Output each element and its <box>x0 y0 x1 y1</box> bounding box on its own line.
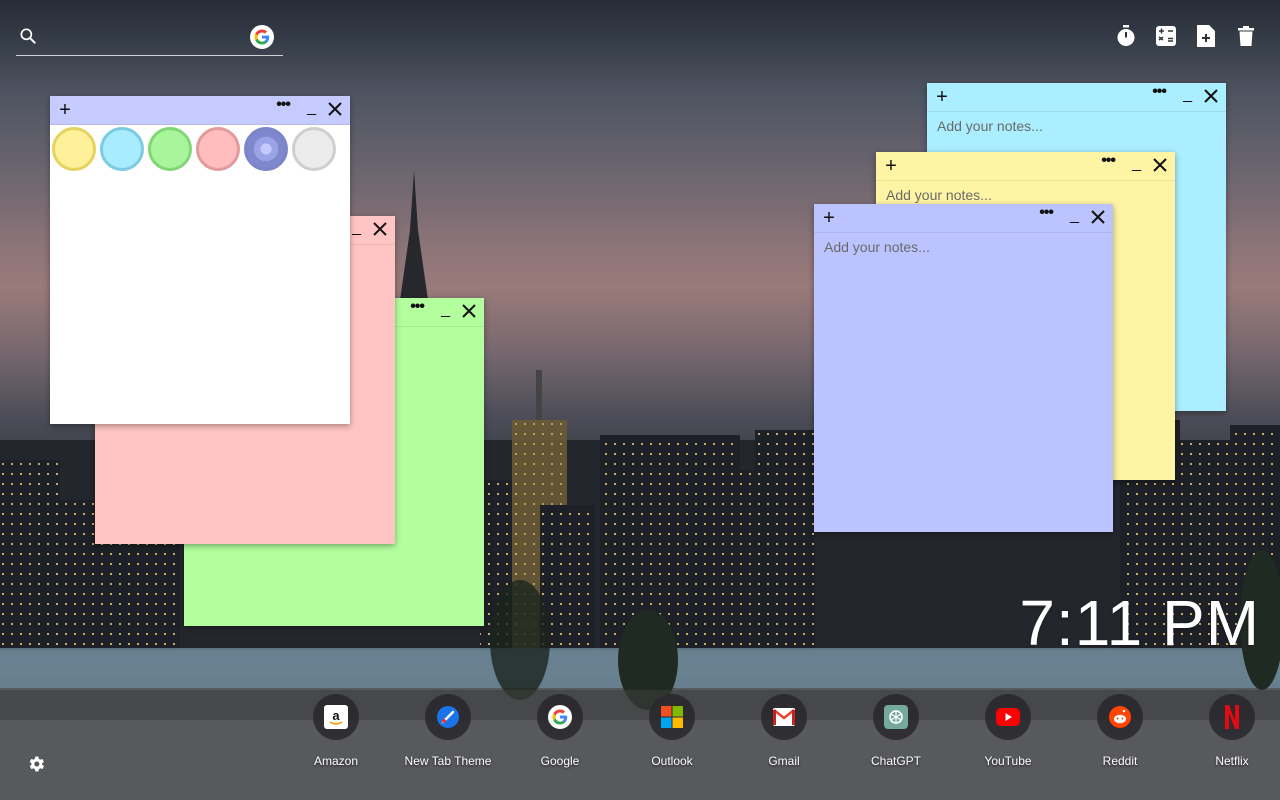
note-textarea[interactable] <box>814 233 1113 532</box>
shortcut-label: ChatGPT <box>870 754 921 768</box>
reddit-icon <box>1108 705 1132 729</box>
minimize-icon[interactable]: _ <box>352 219 361 237</box>
trash-icon[interactable] <box>1236 24 1256 48</box>
search-icon[interactable] <box>18 26 38 46</box>
shortcut-icon-circle <box>537 694 583 740</box>
shortcut-label: Google <box>540 754 580 768</box>
sticky-note-blue: + ••• _ <box>814 204 1113 532</box>
add-note-icon[interactable]: + <box>820 207 838 230</box>
close-icon[interactable] <box>371 220 389 238</box>
new-note-icon[interactable] <box>1196 24 1216 48</box>
note-header[interactable]: + ••• _ <box>927 83 1226 112</box>
chatgpt-icon <box>884 705 908 729</box>
color-swatch-yellow[interactable] <box>52 127 96 171</box>
amazon-icon: a <box>324 705 348 729</box>
netflix-icon <box>1220 705 1244 729</box>
shortcut-amazon[interactable]: a Amazon <box>280 694 392 768</box>
minimize-icon[interactable]: _ <box>441 301 450 319</box>
new-tab-page: { "search": { "placeholder": "" }, "top_… <box>0 0 1280 800</box>
shortcut-label: Netflix <box>1215 754 1249 768</box>
shortcut-label: Amazon <box>313 754 359 768</box>
color-swatch-cyan[interactable] <box>100 127 144 171</box>
close-icon[interactable] <box>326 100 344 118</box>
note-header[interactable]: + ••• _ <box>876 152 1175 181</box>
color-swatch-pink[interactable] <box>196 127 240 171</box>
note-header[interactable]: + ••• _ <box>814 204 1113 233</box>
shortcut-icon-circle <box>873 694 919 740</box>
new-tab-theme-icon <box>436 705 460 729</box>
shortcut-icon-circle <box>649 694 695 740</box>
svg-text:a: a <box>332 708 340 723</box>
shortcut-netflix[interactable]: Netflix <box>1176 694 1280 768</box>
top-toolbar <box>1116 24 1256 48</box>
shortcut-icon-circle <box>1209 694 1255 740</box>
add-note-icon[interactable]: + <box>56 99 74 122</box>
minimize-icon[interactable]: _ <box>307 99 316 117</box>
color-palette <box>52 127 336 171</box>
color-swatch-blue[interactable] <box>244 127 288 171</box>
shortcut-icon-circle <box>425 694 471 740</box>
timer-icon[interactable] <box>1116 24 1136 48</box>
google-search-engine-icon[interactable] <box>250 25 274 49</box>
more-options-icon[interactable]: ••• <box>410 298 425 316</box>
shortcut-new-tab-theme[interactable]: New Tab Theme <box>392 694 504 768</box>
color-swatch-green[interactable] <box>148 127 192 171</box>
add-note-icon[interactable]: + <box>882 155 900 178</box>
more-options-icon[interactable]: ••• <box>1039 204 1054 222</box>
shortcut-label: Outlook <box>651 754 693 768</box>
shortcut-icon-circle <box>1097 694 1143 740</box>
gmail-icon <box>772 705 796 729</box>
more-options-icon[interactable]: ••• <box>276 96 291 114</box>
minimize-icon[interactable]: _ <box>1183 86 1192 104</box>
shortcut-reddit[interactable]: Reddit <box>1064 694 1176 768</box>
shortcut-icon-circle <box>985 694 1031 740</box>
close-icon[interactable] <box>1202 87 1220 105</box>
close-icon[interactable] <box>460 302 478 320</box>
outlook-icon <box>660 705 684 729</box>
shortcut-label: Gmail <box>768 754 800 768</box>
calculator-icon[interactable] <box>1156 24 1176 48</box>
shortcut-chatgpt[interactable]: ChatGPT <box>840 694 952 768</box>
shortcut-google[interactable]: Google <box>504 694 616 768</box>
close-icon[interactable] <box>1151 156 1169 174</box>
add-note-icon[interactable]: + <box>933 86 951 109</box>
more-options-icon[interactable]: ••• <box>1152 83 1167 101</box>
shortcut-icon-circle <box>761 694 807 740</box>
youtube-icon <box>996 705 1020 729</box>
shortcut-icon-circle: a <box>313 694 359 740</box>
shortcut-gmail[interactable]: Gmail <box>728 694 840 768</box>
shortcut-outlook[interactable]: Outlook <box>616 694 728 768</box>
more-options-icon[interactable]: ••• <box>1101 152 1116 170</box>
note-header[interactable]: + ••• _ <box>50 96 350 125</box>
minimize-icon[interactable]: _ <box>1070 207 1079 225</box>
shortcut-label: Reddit <box>1102 754 1138 768</box>
shortcut-label: YouTube <box>984 754 1032 768</box>
shortcut-youtube[interactable]: YouTube <box>952 694 1064 768</box>
shortcut-label: New Tab Theme <box>404 754 492 768</box>
sticky-note-white: + ••• _ <box>50 96 350 424</box>
search-input[interactable] <box>46 24 250 52</box>
color-swatch-gray[interactable] <box>292 127 336 171</box>
search-bar <box>16 24 283 56</box>
close-icon[interactable] <box>1089 208 1107 226</box>
clock: 7:11 PM <box>1019 587 1260 659</box>
minimize-icon[interactable]: _ <box>1132 155 1141 173</box>
settings-gear-icon[interactable] <box>26 754 46 774</box>
google-icon <box>548 705 572 729</box>
shortcuts-dock: a Amazon New Tab Theme Google Outlook Gm… <box>280 694 1280 768</box>
